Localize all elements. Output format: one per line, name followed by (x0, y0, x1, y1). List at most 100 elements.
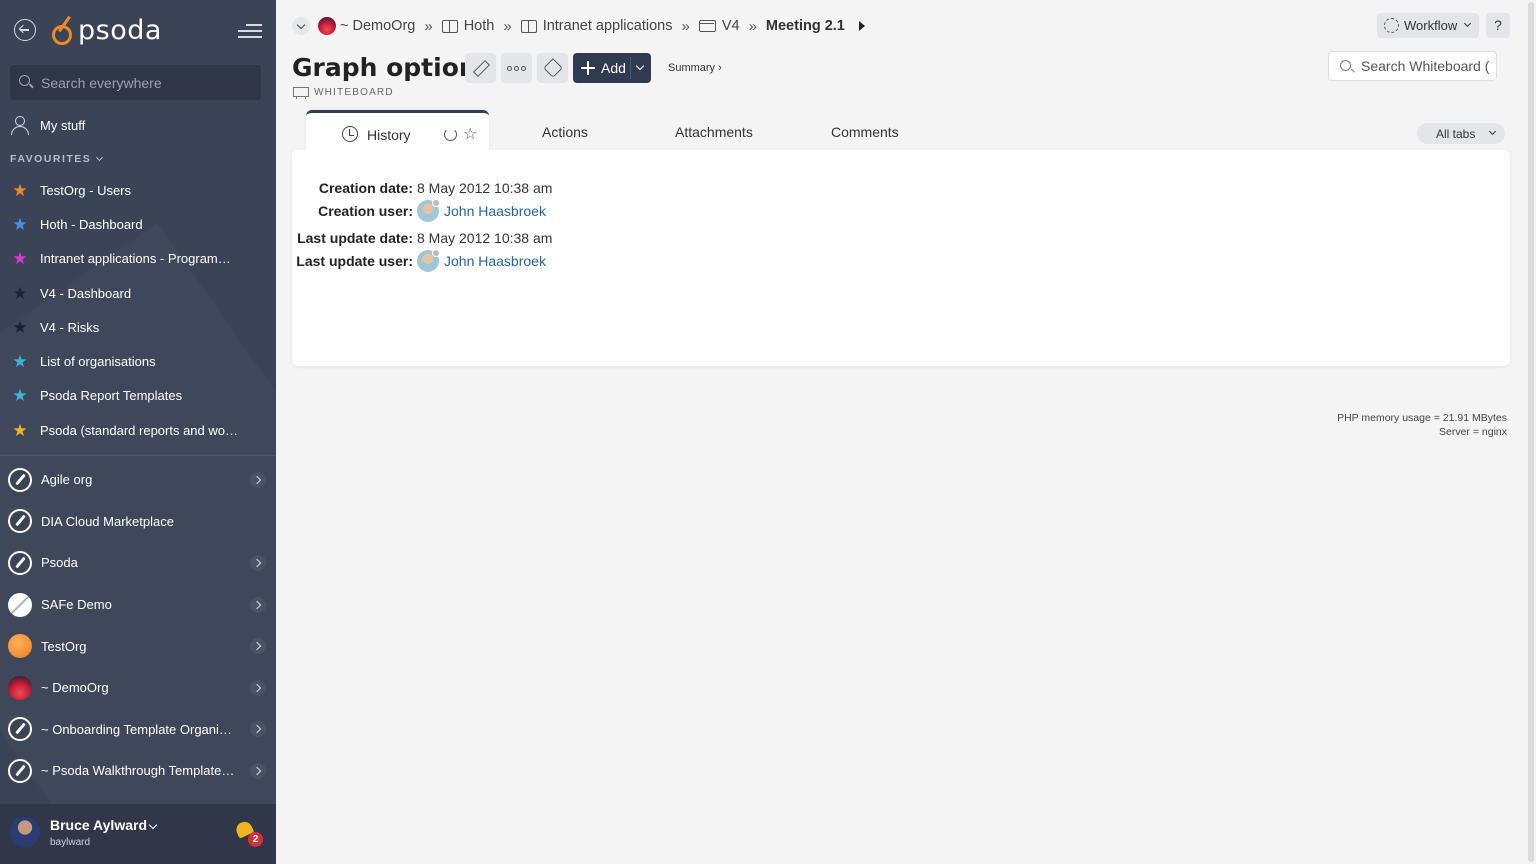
tag-button[interactable] (537, 53, 568, 83)
last-update-user-label: Last update user: (296, 253, 413, 269)
star-icon: ★ (12, 283, 28, 303)
workflow-button[interactable]: Workflow (1377, 13, 1479, 38)
breadcrumb-label: V4 (721, 18, 740, 34)
help-button[interactable]: ? (1486, 13, 1510, 38)
chevron-right-icon[interactable] (250, 679, 266, 696)
book-icon (520, 19, 537, 33)
organisation-item[interactable]: Agile org (8, 459, 270, 501)
scrollbar-thumb[interactable] (1528, 2, 1534, 862)
my-stuff-link[interactable]: My stuff (10, 114, 85, 136)
collapse-menu-icon[interactable] (238, 22, 262, 40)
breadcrumb-item-intranet-applications[interactable]: Intranet applications (520, 18, 673, 34)
notification-count-badge: 2 (248, 832, 263, 847)
breadcrumb-label: Intranet applications (542, 18, 673, 34)
breadcrumb-item-meeting[interactable]: Meeting 2.1 (766, 18, 845, 34)
psoda-logo[interactable]: psoda (50, 12, 162, 48)
server-info: PHP memory usage = 21.91 MBytes Server =… (1250, 411, 1507, 439)
user-name[interactable]: Bruce Aylward (50, 817, 147, 833)
summary-link[interactable]: Summary › (668, 62, 722, 74)
favourite-item[interactable]: ★ List of organisations (10, 344, 266, 378)
favourite-item[interactable]: ★ Psoda Report Templates (10, 379, 266, 413)
breadcrumb-item-hoth[interactable]: Hoth (441, 18, 495, 34)
dot (507, 66, 512, 71)
creation-date-value: 8 May 2012 10:38 am (417, 180, 553, 196)
tab-attachments[interactable]: Attachments (675, 124, 753, 140)
breadcrumb-label: ~ DemoOrg (340, 18, 416, 34)
star-icon: ★ (12, 214, 28, 234)
last-update-user-name: John Haasbroek (444, 253, 546, 269)
tab-history[interactable]: History ☆ (306, 110, 489, 152)
search-everywhere-input[interactable] (41, 74, 251, 91)
star-icon: ★ (12, 249, 28, 269)
back-arrow-icon[interactable] (14, 19, 36, 41)
favourite-item[interactable]: ★ TestOrg - Users (10, 173, 266, 207)
organisation-item[interactable]: Psoda (8, 542, 270, 584)
logo-text: psoda (78, 14, 162, 46)
favourite-item[interactable]: ★ V4 - Dashboard (10, 276, 266, 310)
chevron-right-icon[interactable] (250, 554, 266, 571)
book-icon (441, 19, 458, 33)
breadcrumb-label: Hoth (463, 18, 495, 34)
breadcrumb-separator: » (424, 17, 433, 35)
favourite-label: Hoth - Dashboard (40, 216, 143, 232)
whiteboard-icon (293, 86, 309, 99)
tab-actions[interactable]: Actions (542, 124, 588, 140)
all-tabs-dropdown[interactable]: All tabs (1417, 123, 1505, 144)
sidebar-header: psoda (0, 0, 276, 62)
favourite-item[interactable]: ★ Psoda (standard reports and work... (10, 413, 266, 447)
organisation-item[interactable]: SAFe Demo (8, 584, 270, 626)
tab-comments[interactable]: Comments (831, 124, 899, 140)
workflow-icon (1384, 18, 1399, 33)
page-scrollbar[interactable] (1526, 0, 1536, 864)
rocket-icon (8, 509, 32, 534)
breadcrumb-item-v4[interactable]: V4 (698, 18, 740, 34)
organisation-label: Psoda (41, 555, 78, 571)
favourite-item[interactable]: ★ V4 - Risks (10, 310, 266, 344)
my-stuff-label: My stuff (40, 117, 86, 133)
last-update-date-value: 8 May 2012 10:38 am (417, 230, 553, 246)
creation-date-row: Creation date: 8 May 2012 10:38 am (292, 177, 553, 199)
organisation-item[interactable]: DIA Cloud Marketplace (8, 501, 270, 543)
chevron-right-icon[interactable] (250, 638, 266, 655)
refresh-icon[interactable] (444, 128, 457, 141)
organisation-item[interactable]: ~ Psoda Walkthrough Template P... (8, 750, 270, 792)
sidebar: psoda My stuff FAVOURITES ★ TestOrg - Use… (0, 0, 276, 864)
creation-user-link[interactable]: John Haasbroek (417, 199, 546, 222)
organisation-label: Agile org (41, 472, 93, 488)
edit-button[interactable] (465, 53, 496, 83)
favourite-item[interactable]: ★ Hoth - Dashboard (10, 207, 266, 241)
creation-user-name: John Haasbroek (444, 203, 546, 219)
star-icon: ★ (12, 317, 28, 337)
user-avatar[interactable] (10, 817, 40, 847)
add-button-divider (630, 57, 631, 79)
breadcrumb-label: Meeting 2.1 (765, 18, 845, 34)
favourites-heading[interactable]: FAVOURITES (10, 153, 104, 165)
play-arrow-icon[interactable] (858, 21, 865, 31)
add-button[interactable]: Add (573, 53, 651, 83)
chevron-down-icon (1488, 127, 1497, 136)
chevron-right-icon[interactable] (250, 762, 266, 779)
organisation-label: DIA Cloud Marketplace (41, 513, 174, 529)
organisation-item[interactable]: ~ DemoOrg (8, 667, 270, 709)
server-name: Server = nginx (1439, 426, 1507, 438)
organisations-list: Agile org DIA Cloud Marketplace Psoda SAFe … (8, 459, 270, 792)
organisation-item[interactable]: ~ Onboarding Template Organisa... (8, 709, 270, 751)
last-update-user-link[interactable]: John Haasbroek (417, 249, 546, 272)
chevron-right-icon[interactable] (250, 471, 266, 488)
chevron-right-icon[interactable] (250, 721, 266, 738)
more-options-button[interactable] (501, 53, 532, 83)
star-icon[interactable]: ☆ (463, 124, 477, 144)
chevron-down-icon[interactable] (635, 61, 645, 71)
breadcrumb-expand-icon[interactable] (292, 17, 310, 35)
chevron-down-icon (1463, 19, 1472, 28)
all-tabs-label: All tabs (1436, 126, 1476, 141)
organisation-item[interactable]: TestOrg (8, 625, 270, 667)
sidebar-search (10, 65, 261, 100)
breadcrumb-item-demoorg[interactable]: ~ DemoOrg (318, 17, 415, 35)
chevron-right-icon[interactable] (250, 596, 266, 613)
favourite-item[interactable]: ★ Intranet applications - Programme... (10, 242, 266, 276)
search-whiteboard-input[interactable] (1361, 58, 1489, 74)
workflow-label: Workflow (1404, 18, 1458, 33)
last-update-date-label: Last update date: (297, 230, 413, 246)
chevron-down-icon[interactable] (148, 820, 158, 830)
